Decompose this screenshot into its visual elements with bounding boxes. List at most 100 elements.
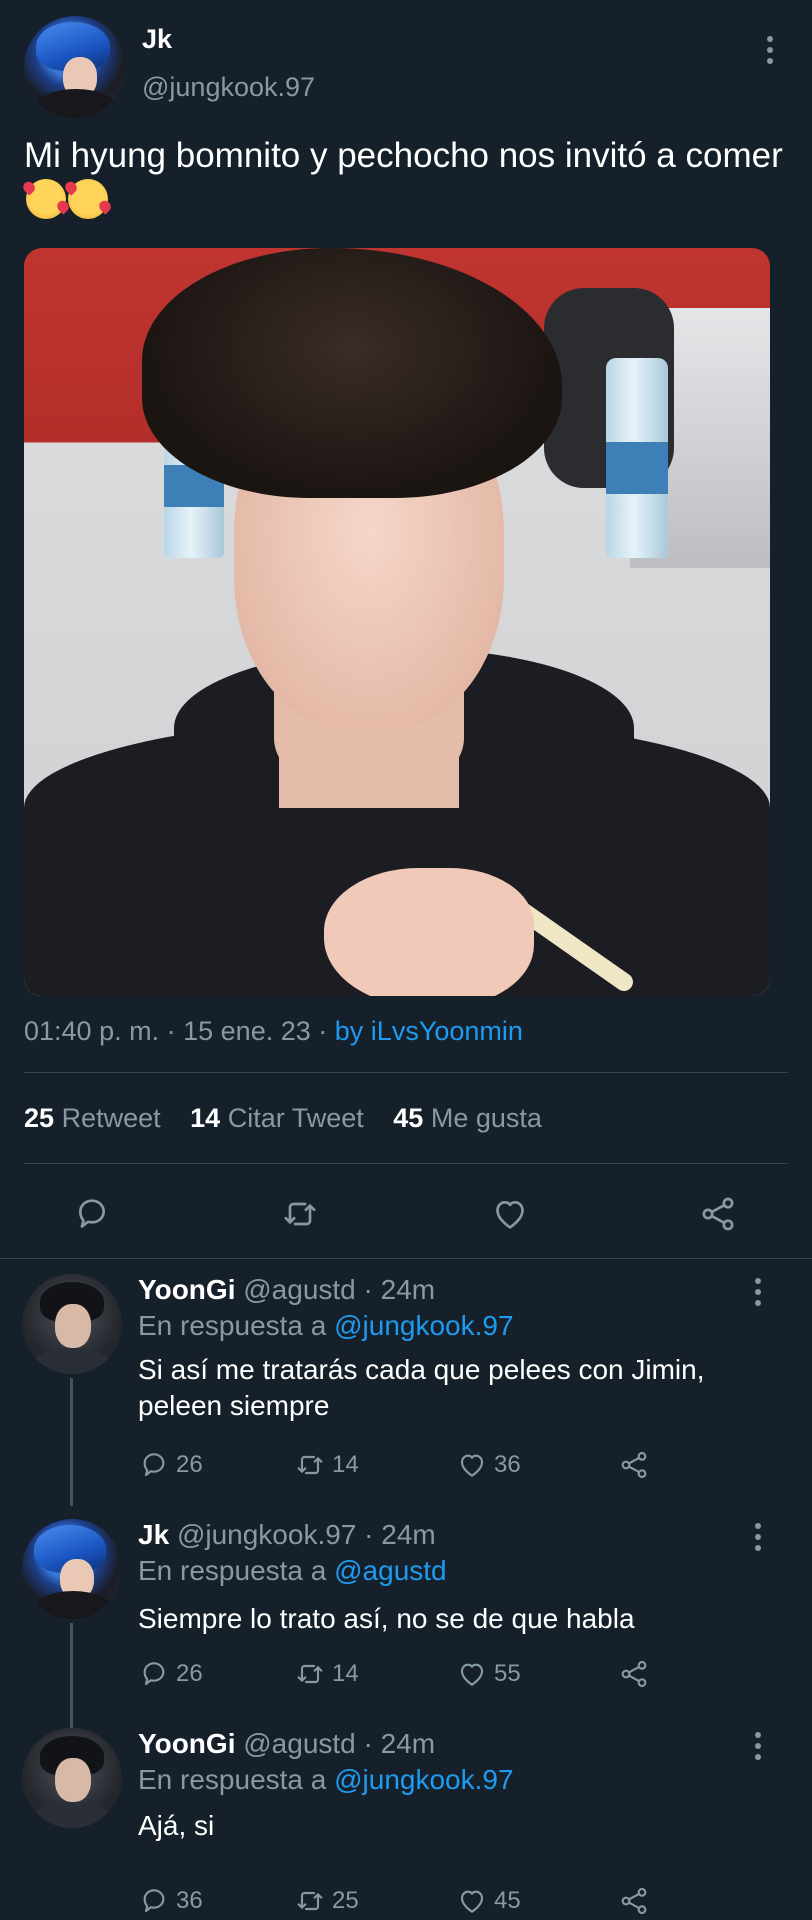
divider xyxy=(24,1163,788,1164)
retweet-count: 14 xyxy=(332,1451,359,1478)
like-button[interactable]: 55 xyxy=(456,1657,521,1691)
photo-hair xyxy=(142,248,562,498)
reply-button[interactable]: 26 xyxy=(138,1657,203,1691)
reply-to-mention[interactable]: @agustd xyxy=(334,1555,447,1586)
reply-to-mention[interactable]: @jungkook.97 xyxy=(334,1764,513,1795)
reply-count: 26 xyxy=(176,1660,203,1687)
like-icon xyxy=(460,1663,484,1686)
retweet-button[interactable]: 14 xyxy=(294,1657,359,1691)
reply-button[interactable]: 26 xyxy=(138,1448,203,1482)
like-button[interactable]: 36 xyxy=(456,1448,521,1482)
reply-to-label: En respuesta a xyxy=(138,1764,327,1795)
tweet-photo[interactable] xyxy=(24,248,770,996)
share-icon xyxy=(621,1660,647,1688)
author-handle[interactable]: @jungkook.97 xyxy=(142,72,315,103)
retweet-count: 14 xyxy=(332,1660,359,1687)
like-button[interactable]: 45 xyxy=(456,1884,521,1918)
reply-author-name[interactable]: YoonGi xyxy=(138,1274,235,1305)
reply-header: YoonGi @agustd · 24m xyxy=(138,1728,435,1760)
share-icon xyxy=(621,1887,647,1915)
tweet-timestamp-line: 01:40 p. m. · 15 ene. 23 · by iLvsYoonmi… xyxy=(24,1016,523,1047)
like-count: 45 xyxy=(494,1887,521,1914)
quote-stat[interactable]: 14 Citar Tweet xyxy=(190,1103,364,1133)
author-display-name[interactable]: Jk xyxy=(142,24,172,55)
reply-text: Ajá, si xyxy=(138,1810,215,1841)
tweet-stats: 25 Retweet 14 Citar Tweet 45 Me gusta xyxy=(24,1103,542,1134)
reply-avatar[interactable] xyxy=(22,1274,122,1374)
retweet-icon xyxy=(297,1664,323,1684)
like-count: 36 xyxy=(494,1451,521,1478)
reply-actions: 36 25 45 xyxy=(0,1884,812,1920)
divider xyxy=(24,1072,788,1073)
reply-header: Jk @jungkook.97 · 24m xyxy=(138,1519,436,1551)
reply-icon xyxy=(143,1453,165,1477)
retweet-stat[interactable]: 25 Retweet xyxy=(24,1103,161,1133)
reply-avatar[interactable] xyxy=(22,1519,122,1619)
tweet-text-content: Mi hyung bomnito y pechocho nos invitó a… xyxy=(24,136,783,175)
retweet-count: 25 xyxy=(332,1887,359,1914)
reply-icon[interactable] xyxy=(72,1194,112,1234)
like-icon xyxy=(460,1890,484,1913)
reply-button[interactable]: 36 xyxy=(138,1884,203,1918)
retweet-icon xyxy=(297,1891,323,1911)
more-options-icon[interactable] xyxy=(754,1732,762,1760)
reply-icon xyxy=(143,1889,165,1913)
reply-author-handle[interactable]: @jungkook.97 xyxy=(177,1519,356,1550)
reply-actions: 26 14 55 xyxy=(0,1657,812,1693)
smiling-face-with-hearts-icon xyxy=(68,179,108,219)
header-separator: · xyxy=(363,1728,373,1759)
reply-text: Siempre lo trato así, no se de que habla xyxy=(138,1603,635,1634)
reply-author-name[interactable]: Jk xyxy=(138,1519,169,1550)
share-button[interactable] xyxy=(618,1884,650,1918)
more-options-icon[interactable] xyxy=(766,36,774,64)
reply-to-label: En respuesta a xyxy=(138,1555,327,1586)
tweet-actions xyxy=(0,1184,812,1240)
reply-actions: 26 14 36 xyxy=(0,1448,812,1484)
share-icon xyxy=(621,1451,647,1479)
divider xyxy=(0,1258,812,1259)
reply-to-line: En respuesta a @agustd xyxy=(138,1555,447,1587)
tweet-time[interactable]: 01:40 p. m. xyxy=(24,1016,159,1046)
photo-water-bottle xyxy=(606,358,668,558)
like-icon[interactable] xyxy=(490,1194,530,1234)
photo-hand xyxy=(324,868,534,996)
reply-author-handle[interactable]: @agustd xyxy=(243,1728,356,1759)
header-separator: · xyxy=(363,1274,373,1305)
tweet-detail-page: Jk @jungkook.97 Mi hyung bomnito y pecho… xyxy=(0,0,812,1920)
retweet-button[interactable]: 25 xyxy=(294,1884,359,1918)
share-icon[interactable] xyxy=(698,1194,738,1234)
smiling-face-with-hearts-icon xyxy=(26,179,66,219)
share-button[interactable] xyxy=(618,1657,650,1691)
more-options-icon[interactable] xyxy=(754,1278,762,1306)
like-count: 55 xyxy=(494,1660,521,1687)
tweet-date[interactable]: 15 ene. 23 xyxy=(183,1016,311,1046)
author-avatar[interactable] xyxy=(24,16,126,118)
reply-to-line: En respuesta a @jungkook.97 xyxy=(138,1310,514,1342)
reply-count: 26 xyxy=(176,1451,203,1478)
more-options-icon[interactable] xyxy=(754,1523,762,1551)
reply-icon xyxy=(143,1662,165,1686)
tweet-source-link[interactable]: by iLvsYoonmin xyxy=(335,1016,523,1046)
meta-separator: · xyxy=(318,1016,328,1046)
reply-time: 24m xyxy=(380,1728,436,1759)
meta-separator: · xyxy=(166,1016,176,1046)
retweet-button[interactable]: 14 xyxy=(294,1448,359,1482)
reply-avatar[interactable] xyxy=(22,1728,122,1828)
reply-time: 24m xyxy=(381,1519,436,1550)
header-separator: · xyxy=(364,1519,374,1550)
thread-line xyxy=(70,1378,73,1506)
retweet-icon[interactable] xyxy=(280,1194,320,1234)
reply-header: YoonGi @agustd · 24m xyxy=(138,1274,435,1306)
like-stat[interactable]: 45 Me gusta xyxy=(393,1103,542,1133)
tweet-text: Mi hyung bomnito y pechocho nos invitó a… xyxy=(24,134,784,222)
share-button[interactable] xyxy=(618,1448,650,1482)
reply-to-label: En respuesta a xyxy=(138,1310,327,1341)
retweet-icon xyxy=(297,1455,323,1475)
reply-to-mention[interactable]: @jungkook.97 xyxy=(334,1310,513,1341)
reply-to-line: En respuesta a @jungkook.97 xyxy=(138,1764,514,1796)
reply-time: 24m xyxy=(380,1274,436,1305)
reply-text: Si así me tratarás cada que pelees con J… xyxy=(138,1354,705,1421)
avatar-body xyxy=(34,89,118,118)
reply-author-name[interactable]: YoonGi xyxy=(138,1728,235,1759)
reply-author-handle[interactable]: @agustd xyxy=(243,1274,356,1305)
